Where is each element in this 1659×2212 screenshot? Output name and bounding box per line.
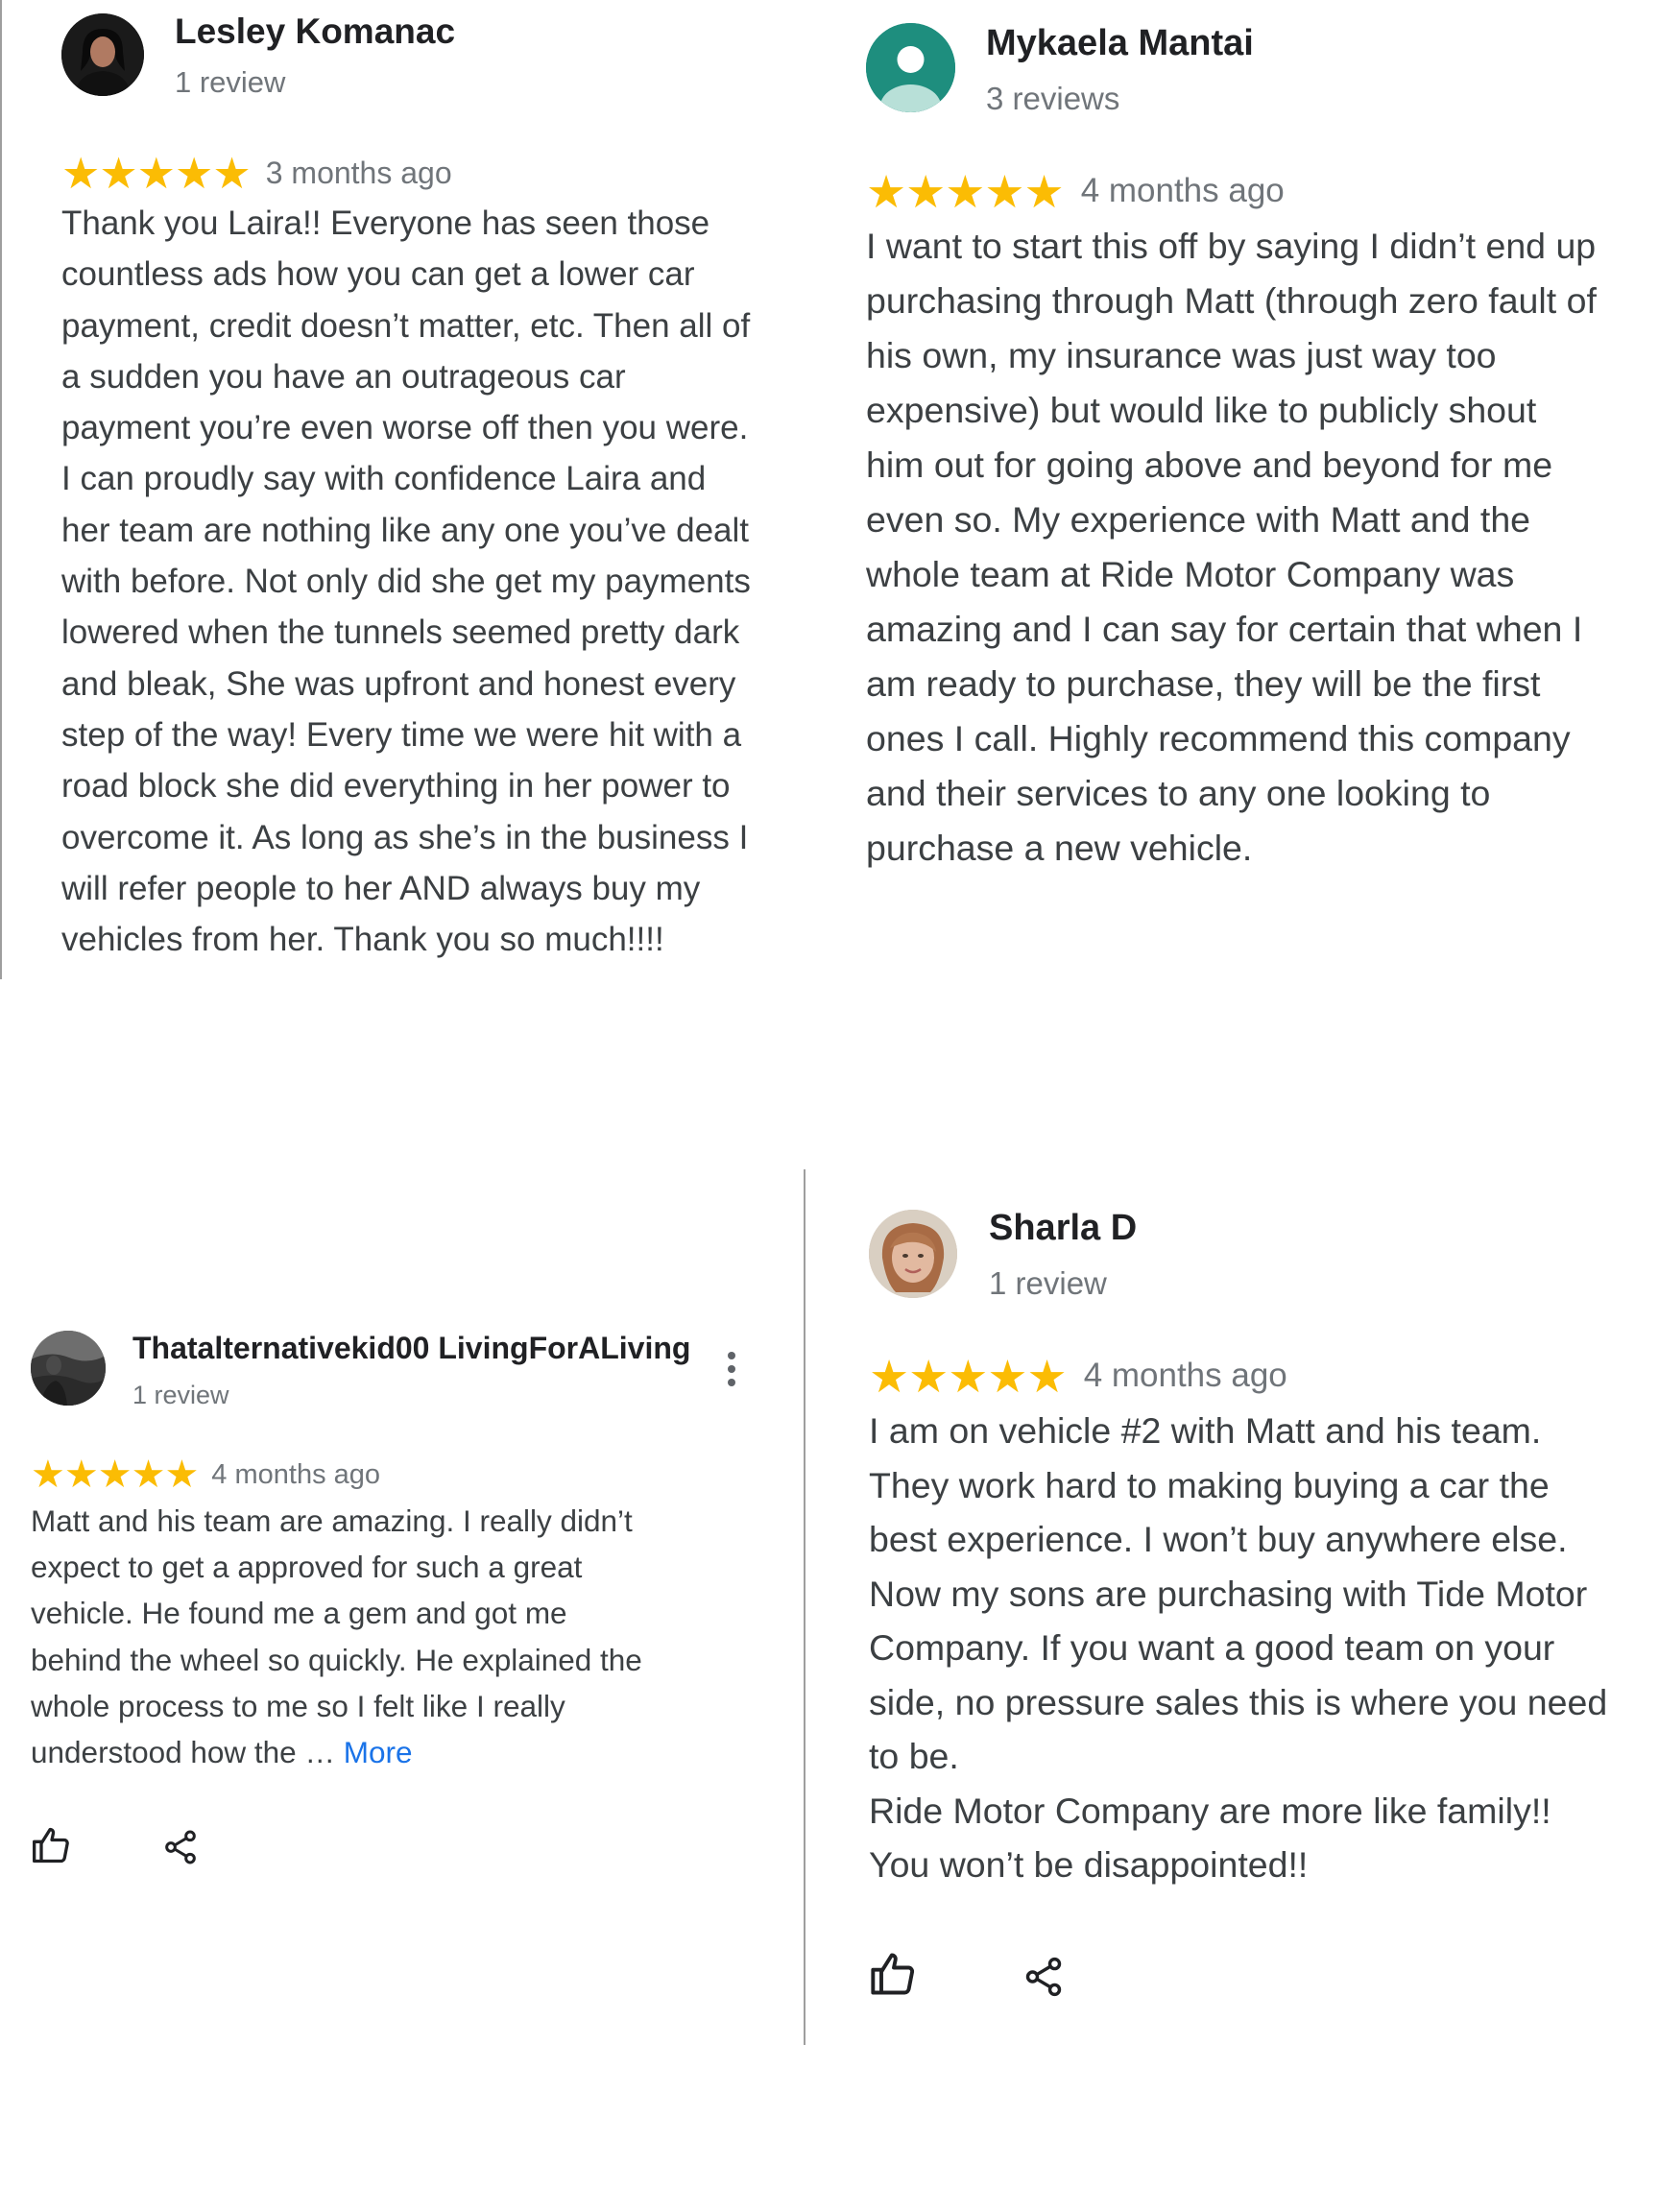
review-text-content: Matt and his team are amazing. I really … — [31, 1503, 642, 1770]
star-icons: ★★★★★ — [61, 148, 252, 198]
review-text: I want to start this off by saying I did… — [866, 226, 1597, 868]
star-rating: ★★★★★ 4 months ago — [866, 165, 1285, 217]
review-count: 1 review — [132, 1381, 229, 1409]
review-count: 1 review — [175, 65, 286, 99]
thumbs-up-icon[interactable] — [31, 1824, 73, 1866]
review-count: 3 reviews — [986, 81, 1120, 116]
review-text: Matt and his team are amazing. I really … — [31, 1498, 780, 1775]
review-count: 1 review — [989, 1265, 1107, 1301]
review-date: 4 months ago — [1083, 1357, 1287, 1394]
avatar[interactable] — [866, 23, 955, 112]
review-date: 4 months ago — [211, 1458, 381, 1490]
left-edge-divider — [0, 0, 2, 979]
star-icons: ★★★★★ — [869, 1350, 1068, 1402]
more-link[interactable]: More — [344, 1735, 413, 1769]
column-divider — [804, 1169, 805, 2045]
share-icon[interactable] — [1022, 1953, 1066, 2001]
avatar[interactable] — [61, 13, 144, 96]
reviewer-name[interactable]: Lesley Komanac — [175, 12, 455, 52]
review-text: Thank you Laira!! Everyone has seen thos… — [61, 204, 751, 959]
review-text: I am on vehicle #2 with Matt and his tea… — [869, 1410, 1608, 1885]
reviewer-name[interactable]: Thatalternativekid00 LivingForALiving — [132, 1331, 690, 1366]
reviewer-name[interactable]: Mykaela Mantai — [986, 23, 1254, 64]
star-rating: ★★★★★ 4 months ago — [31, 1454, 380, 1496]
star-icons: ★★★★★ — [866, 165, 1065, 217]
review-date: 3 months ago — [265, 155, 452, 190]
avatar[interactable] — [31, 1331, 106, 1406]
more-options-icon[interactable] — [720, 1350, 743, 1388]
thumbs-up-icon[interactable] — [869, 1949, 919, 1999]
star-rating: ★★★★★ 3 months ago — [61, 148, 452, 198]
star-rating: ★★★★★ 4 months ago — [869, 1350, 1287, 1402]
share-icon[interactable] — [161, 1826, 200, 1868]
review-date: 4 months ago — [1080, 172, 1285, 209]
reviewer-name[interactable]: Sharla D — [989, 1208, 1137, 1249]
star-icons: ★★★★★ — [31, 1454, 199, 1496]
avatar[interactable] — [869, 1210, 957, 1298]
